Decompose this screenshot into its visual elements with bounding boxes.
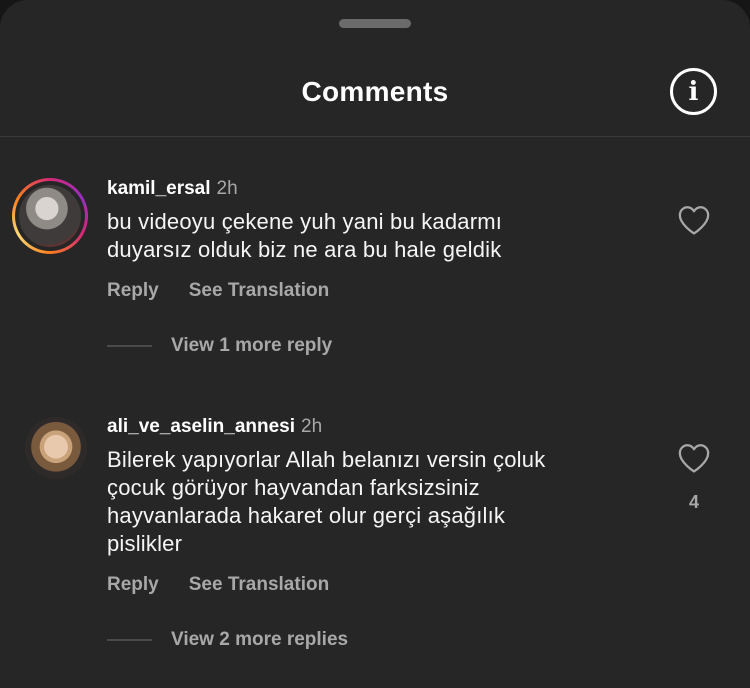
header-divider <box>0 136 750 137</box>
heart-icon[interactable] <box>677 442 711 474</box>
avatar-image <box>19 185 81 247</box>
comment-username[interactable]: ali_ve_aselin_annesi <box>107 416 295 437</box>
comment-time: 2h <box>216 178 238 199</box>
replies-line <box>107 639 152 641</box>
replies-line <box>107 345 152 347</box>
like-count[interactable]: 4 <box>683 492 705 513</box>
view-more-replies[interactable]: View 2 more replies <box>107 629 348 651</box>
see-translation-button[interactable]: See Translation <box>189 280 329 302</box>
info-icon[interactable]: i <box>670 68 717 115</box>
reply-button[interactable]: Reply <box>107 280 159 302</box>
see-translation-button[interactable]: See Translation <box>189 574 329 596</box>
comment-text: bu videoyu çekene yuh yani bu kadarmı du… <box>107 209 503 262</box>
comment-text: Bilerek yapıyorlar Allah belanızı versin… <box>107 447 546 556</box>
avatar[interactable] <box>25 417 87 479</box>
reply-button[interactable]: Reply <box>107 574 159 596</box>
view-more-replies[interactable]: View 1 more reply <box>107 335 332 357</box>
heart-icon[interactable] <box>677 204 711 236</box>
avatar[interactable] <box>12 178 88 254</box>
comments-sheet: Comments i kamil_ersal 2h bu videoyu çeke… <box>0 0 750 688</box>
comment-username[interactable]: kamil_ersal <box>107 178 211 199</box>
comment-time: 2h <box>301 416 323 437</box>
drag-handle[interactable] <box>339 19 411 28</box>
page-title: Comments <box>301 76 449 107</box>
info-glyph: i <box>688 76 699 107</box>
